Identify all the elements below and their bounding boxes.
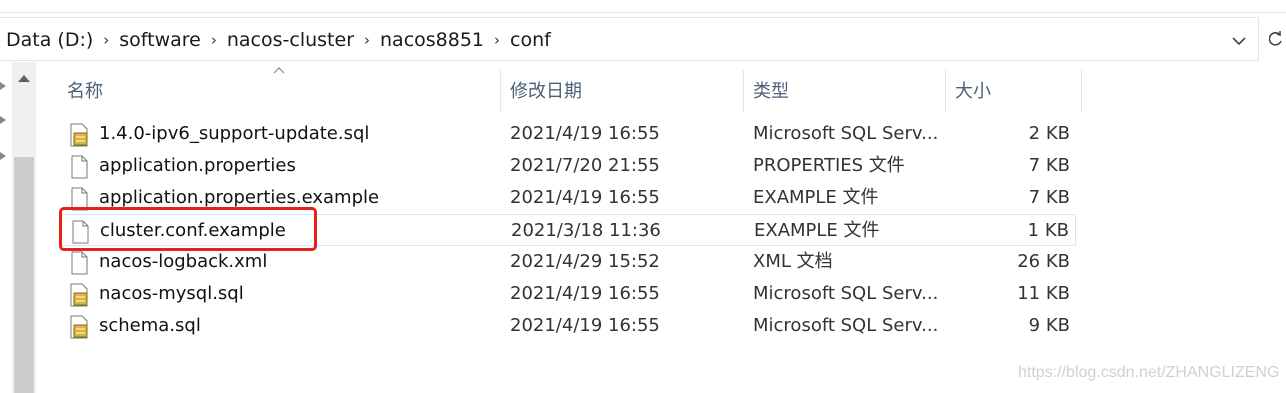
column-divider[interactable] xyxy=(1081,70,1082,112)
breadcrumb: Data (D:) › software › nacos-cluster › n… xyxy=(4,18,553,62)
file-size: 26 KB xyxy=(1017,251,1070,272)
window-top-divider xyxy=(0,12,1286,13)
file-type: EXAMPLE 文件 xyxy=(753,187,879,208)
expand-arrow-icon[interactable] xyxy=(0,80,8,92)
file-size: 7 KB xyxy=(1028,187,1070,208)
red-highlight-annotation xyxy=(59,207,317,251)
file-row[interactable]: 1.4.0-ipv6_support-update.sql 2021/4/19 … xyxy=(60,118,1076,150)
file-size: 1 KB xyxy=(1027,220,1069,241)
address-bar[interactable]: Data (D:) › software › nacos-cluster › n… xyxy=(0,17,1258,61)
file-size: 7 KB xyxy=(1028,155,1070,176)
file-type: Microsoft SQL Serv... xyxy=(753,123,939,144)
file-date: 2021/4/19 16:55 xyxy=(510,123,660,144)
breadcrumb-chevron-icon[interactable]: › xyxy=(203,31,225,49)
file-icon xyxy=(71,155,88,179)
file-name: nacos-mysql.sql xyxy=(99,283,244,304)
file-name: application.properties xyxy=(99,155,296,176)
file-row[interactable]: application.properties 2021/7/20 21:55 P… xyxy=(60,150,1076,182)
file-row[interactable]: nacos-mysql.sql 2021/4/19 16:55 Microsof… xyxy=(60,278,1076,310)
sql-file-icon xyxy=(70,315,88,339)
scroll-up-arrow-icon[interactable] xyxy=(16,74,32,84)
breadcrumb-nacos8851[interactable]: nacos8851 xyxy=(378,29,486,51)
breadcrumb-nacos-cluster[interactable]: nacos-cluster xyxy=(225,29,356,51)
sql-file-icon xyxy=(70,123,88,147)
breadcrumb-software[interactable]: software xyxy=(117,29,203,51)
refresh-icon xyxy=(1269,31,1282,46)
file-icon xyxy=(71,251,88,275)
watermark: https://blog.csdn.net/ZHANGLIZENG xyxy=(1018,364,1280,381)
file-size: 11 KB xyxy=(1017,283,1070,304)
file-size: 9 KB xyxy=(1028,315,1070,336)
column-divider[interactable] xyxy=(945,70,946,112)
breadcrumb-chevron-icon[interactable]: › xyxy=(95,31,117,49)
file-type: Microsoft SQL Serv... xyxy=(753,315,939,336)
file-type: EXAMPLE 文件 xyxy=(754,220,880,241)
breadcrumb-conf[interactable]: conf xyxy=(508,29,553,51)
file-date: 2021/4/19 16:55 xyxy=(510,187,660,208)
navigation-pane xyxy=(0,62,36,393)
file-name: 1.4.0-ipv6_support-update.sql xyxy=(99,123,370,144)
expand-arrow-icon[interactable] xyxy=(0,150,8,162)
breadcrumb-chevron-icon[interactable]: › xyxy=(486,31,508,49)
file-type: Microsoft SQL Serv... xyxy=(753,283,939,304)
expand-arrow-icon[interactable] xyxy=(0,114,8,126)
breadcrumb-drive[interactable]: Data (D:) xyxy=(4,29,95,51)
column-header-row: 名称 修改日期 类型 大小 xyxy=(36,62,1286,118)
column-divider[interactable] xyxy=(500,70,501,112)
file-date: 2021/7/20 21:55 xyxy=(510,155,660,176)
address-history-chevron-down-icon[interactable] xyxy=(1228,30,1250,52)
file-row[interactable]: schema.sql 2021/4/19 16:55 Microsoft SQL… xyxy=(60,310,1076,342)
file-date: 2021/3/18 11:36 xyxy=(511,220,661,241)
column-header-type[interactable]: 类型 xyxy=(753,62,789,118)
sql-file-icon xyxy=(70,283,88,307)
file-date: 2021/4/29 15:52 xyxy=(510,251,660,272)
file-size: 2 KB xyxy=(1028,123,1070,144)
refresh-button[interactable] xyxy=(1258,17,1286,61)
file-type: XML 文档 xyxy=(753,251,833,272)
scrollbar-thumb[interactable] xyxy=(14,157,34,393)
file-name: schema.sql xyxy=(99,315,201,336)
breadcrumb-chevron-icon[interactable]: › xyxy=(356,31,378,49)
column-header-date[interactable]: 修改日期 xyxy=(510,62,582,118)
file-type: PROPERTIES 文件 xyxy=(753,155,905,176)
column-divider[interactable] xyxy=(743,70,744,112)
sort-ascending-icon xyxy=(273,67,285,74)
column-header-name[interactable]: 名称 xyxy=(67,62,103,118)
file-date: 2021/4/19 16:55 xyxy=(510,315,660,336)
file-date: 2021/4/19 16:55 xyxy=(510,283,660,304)
column-header-size[interactable]: 大小 xyxy=(955,62,991,118)
